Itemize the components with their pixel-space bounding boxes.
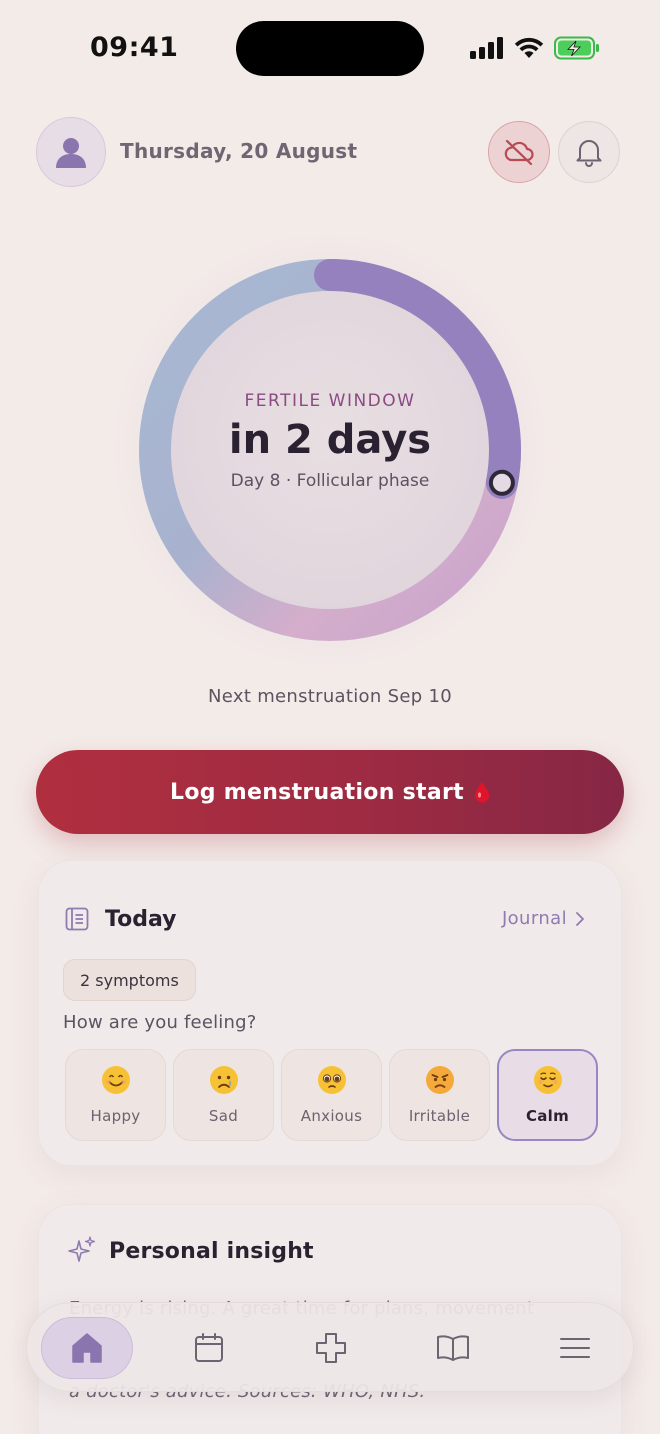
sparkle-icon [68,1236,96,1262]
ring-center: FERTILE WINDOW in 2 days Day 8 · Follicu… [130,250,530,650]
menu-icon [560,1338,590,1358]
mood-label: Happy [90,1107,141,1125]
avatar[interactable] [36,117,106,187]
today-card: Today Journal 2 symptoms How are you fee… [38,860,622,1166]
feeling-question: How are you feeling? [63,1012,257,1033]
journal-link[interactable]: Journal [502,908,585,929]
mood-option-calm[interactable]: Calm [497,1049,598,1141]
symptom-count-chip[interactable]: 2 symptoms [63,959,196,1001]
log-menstruation-button[interactable]: Log menstruation start [36,750,624,834]
nav-calendar[interactable] [163,1317,255,1379]
battery-charging-icon [554,36,599,60]
phase-label: FERTILE WINDOW [244,391,416,411]
cycle-day-info: Day 8 · Follicular phase [230,471,430,491]
nav-home[interactable] [41,1317,133,1379]
status-icons [470,34,600,62]
phase-countdown: in 2 days [228,417,432,463]
log-button-label: Log menstruation start [170,779,464,805]
notifications-button[interactable] [558,121,620,183]
insight-title: Personal insight [109,1239,314,1264]
home-icon [72,1333,102,1363]
cloud-off-icon [504,139,534,166]
mood-label: Calm [525,1107,570,1125]
mood-label: Irritable [408,1107,471,1125]
blood-drop-icon [474,782,489,803]
current-date: Thursday, 20 August [120,139,358,163]
mood-option-happy[interactable]: Happy [65,1049,166,1141]
cycle-ring[interactable]: FERTILE WINDOW in 2 days Day 8 · Follicu… [130,250,530,650]
crying-face-icon [209,1066,238,1094]
book-icon [437,1335,469,1361]
mood-option-irritable[interactable]: Irritable [389,1049,490,1141]
mood-label: Anxious [300,1107,363,1125]
mood-option-sad[interactable]: Sad [173,1049,274,1141]
bell-icon [576,140,602,167]
nav-health[interactable] [285,1317,377,1379]
mood-label: Sad [208,1107,239,1125]
chevron-right-icon [576,911,584,926]
cellular-signal-icon [470,37,503,59]
mood-selector: Happy Sad Anxious Irritable Calm [65,1049,598,1141]
wifi-icon [514,37,544,58]
nav-menu[interactable] [529,1317,621,1379]
today-title: Today [105,907,177,932]
sync-off-button[interactable] [488,121,550,183]
relieved-face-icon [533,1066,562,1094]
angry-face-icon [425,1066,454,1094]
bottom-nav [26,1302,634,1392]
journal-icon [65,907,89,931]
plus-cross-icon [316,1333,346,1363]
calendar-icon [195,1333,223,1362]
next-menstruation: Next menstruation Sep 10 [208,686,452,707]
journal-link-label: Journal [501,908,567,929]
mood-option-anxious[interactable]: Anxious [281,1049,382,1141]
user-icon [56,138,86,168]
smiling-face-icon [101,1066,130,1094]
nav-library[interactable] [407,1317,499,1379]
app-screen: 09:41 Thursday, 20 August FERTILE WINDOW… [0,0,660,1434]
pleading-face-icon [317,1066,346,1094]
status-time: 09:41 [90,32,179,63]
dynamic-island [236,21,424,76]
